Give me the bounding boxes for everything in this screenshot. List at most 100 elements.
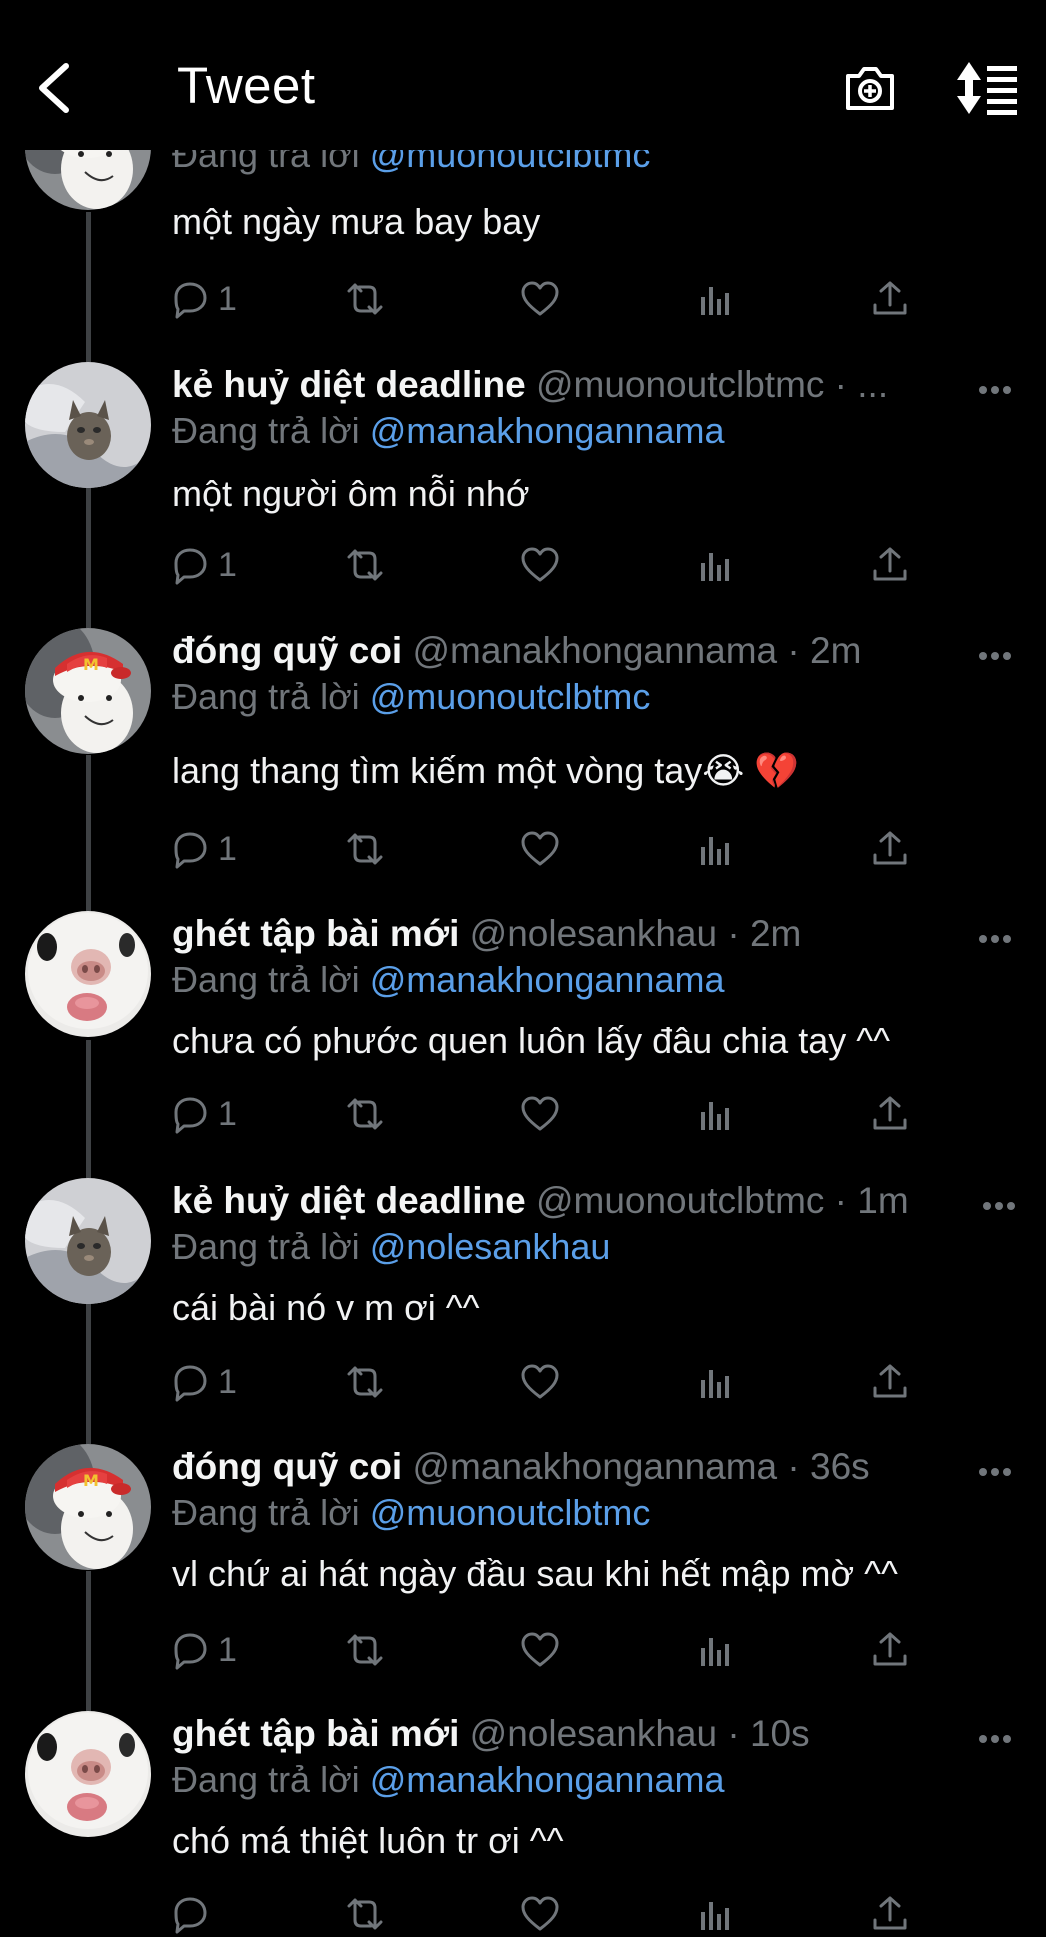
share-icon	[870, 1630, 910, 1670]
display-name[interactable]: đóng quỹ coi	[172, 630, 402, 671]
display-name[interactable]: đóng quỹ coi	[172, 1446, 402, 1487]
tweet-text: lang thang tìm kiếm một vòng tay😭 💔	[172, 750, 800, 791]
retweet-button[interactable]	[345, 1891, 385, 1937]
mention-link[interactable]: @manakhongannama	[370, 959, 725, 1000]
retweet-button[interactable]	[345, 1091, 385, 1137]
views-button[interactable]	[695, 826, 735, 872]
views-button[interactable]	[695, 276, 735, 322]
like-button[interactable]	[520, 542, 560, 588]
reply-button[interactable]: 1	[170, 1627, 237, 1673]
more-options-icon[interactable]	[978, 1466, 1012, 1478]
like-button[interactable]	[520, 826, 560, 872]
user-handle[interactable]: @manakhongannama	[412, 630, 777, 671]
views-button[interactable]	[695, 542, 735, 588]
reply-context: Đang trả lời @muonoutclbtmc	[172, 1490, 650, 1536]
like-button[interactable]	[520, 1627, 560, 1673]
reply-count: 1	[218, 545, 237, 584]
avatar[interactable]	[25, 911, 151, 1037]
tweet-text: cái bài nó v m ơi ^^	[172, 1287, 480, 1328]
mention-link[interactable]: @nolesankhau	[370, 1226, 611, 1267]
display-name[interactable]: kẻ huỷ diệt deadline	[172, 1180, 526, 1221]
views-button[interactable]	[695, 1891, 735, 1937]
more-options-icon[interactable]	[978, 384, 1012, 396]
tweet-actions: 1	[170, 1091, 930, 1137]
reply-button[interactable]: 1	[170, 542, 237, 588]
like-button[interactable]	[520, 1359, 560, 1405]
reply-button[interactable]: 1	[170, 826, 237, 872]
heart-icon	[520, 279, 560, 319]
camera-add-icon[interactable]	[842, 60, 898, 116]
tweet-header: ghét tập bài mới @nolesankhau · 2m	[172, 911, 801, 957]
views-button[interactable]	[695, 1091, 735, 1137]
reply-button[interactable]	[170, 1891, 218, 1937]
views-button[interactable]	[695, 1359, 735, 1405]
avatar[interactable]	[25, 362, 151, 488]
replying-to-label: Đang trả lời	[172, 1226, 360, 1267]
sort-replies-icon[interactable]	[955, 60, 1021, 116]
views-icon	[695, 545, 735, 585]
tweet-text: chó má thiệt luôn tr ơi ^^	[172, 1820, 564, 1861]
mention-link[interactable]: @manakhongannama	[370, 410, 725, 451]
retweet-button[interactable]	[345, 826, 385, 872]
reply-context: Đang trả lời @manakhongannama	[172, 408, 724, 454]
share-button[interactable]	[870, 276, 910, 322]
share-button[interactable]	[870, 1891, 910, 1937]
retweet-button[interactable]	[345, 542, 385, 588]
tweet[interactable]: ghét tập bài mới @nolesankhau · 2m Đang …	[0, 911, 1046, 1151]
more-options-icon[interactable]	[978, 1733, 1012, 1745]
display-name[interactable]: kẻ huỷ diệt deadline	[172, 364, 526, 405]
mention-link[interactable]: @manakhongannama	[370, 1759, 725, 1800]
heart-icon	[520, 1094, 560, 1134]
tweet[interactable]: Đang trả lời @muonoutclbtmc một ngày mưa…	[0, 136, 1046, 346]
share-button[interactable]	[870, 1091, 910, 1137]
reply-button[interactable]: 1	[170, 1091, 237, 1137]
views-button[interactable]	[695, 1627, 735, 1673]
tweet-header: kẻ huỷ diệt deadline @muonoutclbtmc · 1m	[172, 1178, 909, 1224]
back-arrow-icon[interactable]	[34, 60, 74, 116]
more-options-icon[interactable]	[978, 933, 1012, 945]
share-button[interactable]	[870, 1359, 910, 1405]
mention-link[interactable]: @muonoutclbtmc	[370, 1492, 651, 1533]
avatar[interactable]	[25, 1711, 151, 1837]
like-button[interactable]	[520, 1891, 560, 1937]
retweet-button[interactable]	[345, 276, 385, 322]
tweet-text: một ngày mưa bay bay	[172, 201, 541, 242]
display-name[interactable]: ghét tập bài mới	[172, 1713, 459, 1754]
like-button[interactable]	[520, 1091, 560, 1137]
share-button[interactable]	[870, 542, 910, 588]
more-options-icon[interactable]	[978, 650, 1012, 662]
user-handle[interactable]: @nolesankhau	[470, 913, 717, 954]
mention-link[interactable]: @muonoutclbtmc	[370, 676, 651, 717]
user-handle[interactable]: @muonoutclbtmc	[536, 1180, 824, 1221]
user-handle[interactable]: @muonoutclbtmc	[536, 364, 824, 405]
reply-icon	[170, 1094, 210, 1134]
reply-icon	[170, 1894, 210, 1934]
more-options-icon[interactable]	[982, 1200, 1016, 1212]
tweet-header: đóng quỹ coi @manakhongannama · 2m	[172, 628, 861, 674]
tweet[interactable]: đóng quỹ coi @manakhongannama · 36s Đang…	[0, 1444, 1046, 1684]
tweet[interactable]: kẻ huỷ diệt deadline @muonoutclbtmc · ..…	[0, 362, 1046, 602]
tweet-actions: 1	[170, 826, 930, 872]
retweet-button[interactable]	[345, 1359, 385, 1405]
tweet[interactable]: kẻ huỷ diệt deadline @muonoutclbtmc · 1m…	[0, 1178, 1046, 1418]
display-name[interactable]: ghét tập bài mới	[172, 913, 459, 954]
share-button[interactable]	[870, 826, 910, 872]
avatar[interactable]	[25, 1444, 151, 1570]
tweet[interactable]: ghét tập bài mới @nolesankhau · 10s Đang…	[0, 1711, 1046, 1920]
tweet[interactable]: đóng quỹ coi @manakhongannama · 2m Đang …	[0, 628, 1046, 888]
tweet-text: một người ôm nỗi nhớ	[172, 473, 530, 514]
like-button[interactable]	[520, 276, 560, 322]
avatar[interactable]	[25, 1178, 151, 1304]
replying-to-label: Đang trả lời	[172, 410, 360, 451]
reply-count: 1	[218, 1630, 237, 1669]
reply-button[interactable]: 1	[170, 1359, 237, 1405]
user-handle[interactable]: @nolesankhau	[470, 1713, 717, 1754]
avatar[interactable]	[25, 628, 151, 754]
reply-icon	[170, 1362, 210, 1402]
user-handle[interactable]: @manakhongannama	[412, 1446, 777, 1487]
share-button[interactable]	[870, 1627, 910, 1673]
tweet-actions: 1	[170, 276, 930, 322]
retweet-button[interactable]	[345, 1627, 385, 1673]
views-icon	[695, 1094, 735, 1134]
reply-button[interactable]: 1	[170, 276, 237, 322]
